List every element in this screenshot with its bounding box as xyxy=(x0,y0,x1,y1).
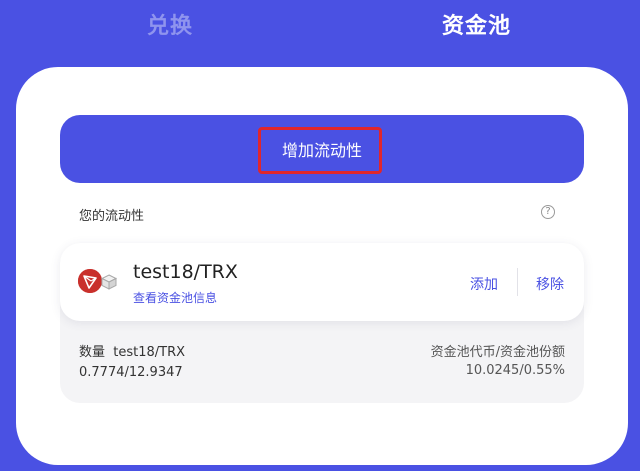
quantity-pair: test18/TRX xyxy=(113,345,186,360)
add-liquidity-button[interactable]: 增加流动性 xyxy=(60,115,584,183)
quantity-label-text: 数量 xyxy=(79,345,106,360)
help-icon[interactable]: ? xyxy=(541,205,555,219)
divider xyxy=(517,268,518,296)
quantity-value: 0.7774/12.9347 xyxy=(79,365,183,380)
tab-pool[interactable]: 资金池 xyxy=(442,8,511,40)
your-liquidity-label: 您的流动性 xyxy=(79,209,145,224)
add-liquidity-label: 增加流动性 xyxy=(281,141,362,160)
pool-info-link[interactable]: 查看资金池信息 xyxy=(133,289,217,306)
quantity-label: 数量 test18/TRX xyxy=(79,341,185,360)
pool-share-label: 资金池代币/资金池份额 xyxy=(430,345,565,360)
pool-card: 增加流动性 您的流动性 ? test18/TRX 查看资金池信息 添加 移除 数… xyxy=(16,67,628,465)
token-icons xyxy=(78,268,124,296)
add-button[interactable]: 添加 xyxy=(470,274,498,294)
pool-row: test18/TRX 查看资金池信息 添加 移除 xyxy=(60,243,584,321)
pool-panel: test18/TRX 查看资金池信息 添加 移除 数量 test18/TRX 0… xyxy=(60,243,584,403)
box-token-icon xyxy=(100,273,118,291)
pool-share-value: 10.0245/0.55% xyxy=(465,363,565,378)
pair-name: test18/TRX xyxy=(133,261,238,283)
app-page: 兑换 资金池 增加流动性 您的流动性 ? test18/TRX 查看资金池信息 … xyxy=(0,0,640,471)
tab-swap[interactable]: 兑换 xyxy=(147,8,193,40)
trx-token-icon xyxy=(78,269,102,293)
remove-button[interactable]: 移除 xyxy=(536,274,564,294)
